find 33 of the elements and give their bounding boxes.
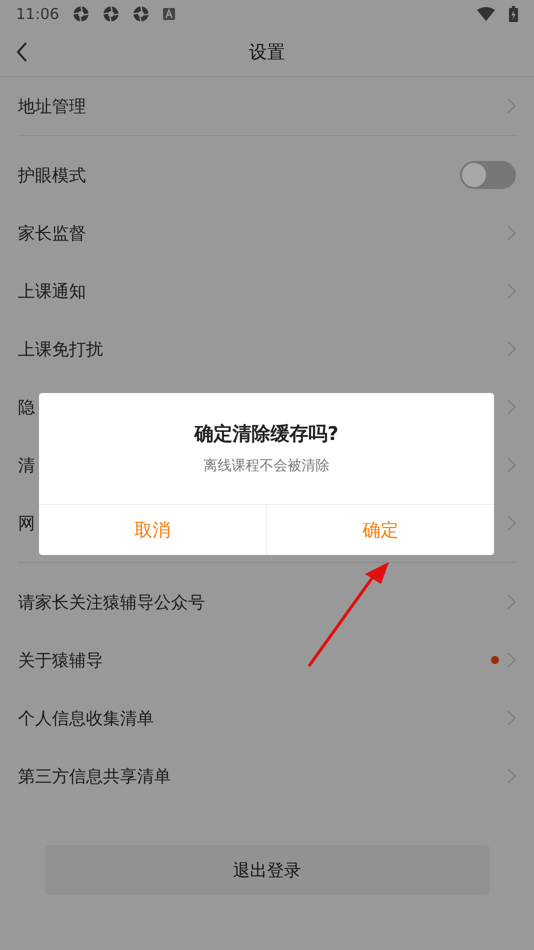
chevron-icon: [507, 457, 516, 473]
logout-button[interactable]: 退出登录: [44, 845, 490, 895]
dialog-message: 离线课程不会被清除: [202, 457, 330, 475]
aperture-icon: [103, 6, 120, 22]
notification-icon: [163, 8, 176, 20]
wifi-icon: [477, 7, 495, 21]
aperture-icon: [73, 6, 90, 22]
settings-item[interactable]: 请家长关注猿辅导公众号: [18, 590, 499, 614]
settings-item[interactable]: 家长监督: [18, 222, 499, 244]
back-icon[interactable]: [16, 42, 28, 62]
chevron-icon: [507, 768, 516, 784]
settings-item[interactable]: 地址管理: [18, 94, 499, 118]
chevron-icon: [507, 283, 516, 299]
toggle-switch[interactable]: [460, 161, 516, 189]
settings-item[interactable]: 护眼模式: [18, 164, 452, 186]
chevron-icon: [507, 710, 516, 726]
settings-item[interactable]: 上课通知: [18, 280, 499, 302]
chevron-icon: [507, 98, 516, 114]
chevron-icon: [507, 515, 516, 531]
chevron-icon: [507, 594, 516, 610]
settings-item[interactable]: 第三方信息共享清单: [18, 764, 499, 788]
page-title: 设置: [249, 41, 285, 64]
settings-item[interactable]: 个人信息收集清单: [18, 706, 499, 730]
settings-item[interactable]: 上课免打扰: [18, 338, 499, 360]
aperture-icon: [133, 6, 150, 22]
settings-item[interactable]: 关于猿辅导: [18, 648, 483, 672]
status-time: 11:06: [16, 5, 60, 23]
chevron-icon: [507, 652, 516, 668]
chevron-icon: [507, 341, 516, 357]
chevron-icon: [507, 225, 516, 241]
battery-icon: [509, 6, 518, 22]
chevron-icon: [507, 399, 516, 415]
dialog-title: 确定清除缓存吗?: [193, 422, 340, 447]
